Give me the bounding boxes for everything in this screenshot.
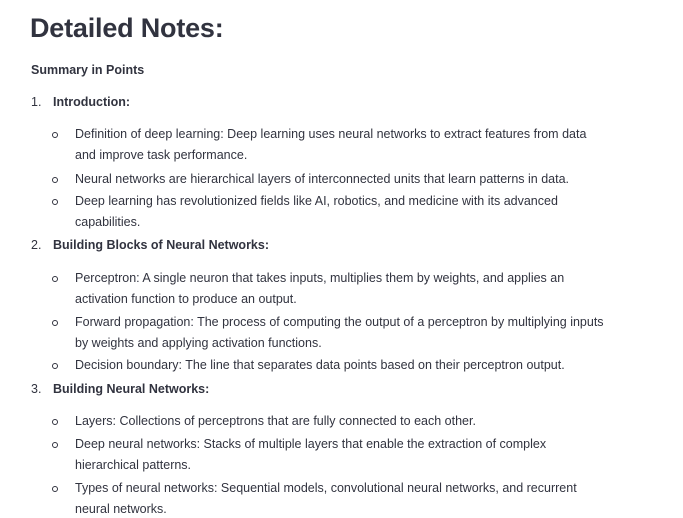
bullet-icon xyxy=(52,177,58,183)
list-item-text: Deep neural networks: Stacks of multiple… xyxy=(75,437,547,472)
notes-page: Detailed Notes: Summary in Points 1. Intr… xyxy=(0,0,683,518)
list-item-text: Types of neural networks: Sequential mod… xyxy=(75,481,577,516)
bullet-icon xyxy=(52,419,58,425)
section-number: 1. xyxy=(31,95,42,109)
section-introduction: 1. Introduction: xyxy=(31,93,130,111)
list-item-text: Deep learning has revolutionized fields … xyxy=(75,194,558,229)
bullet-icon xyxy=(52,363,58,369)
list-item-text: Definition of deep learning: Deep learni… xyxy=(75,127,587,162)
list-item-text: Layers: Collections of perceptrons that … xyxy=(75,414,476,428)
list-item: Layers: Collections of perceptrons that … xyxy=(52,411,612,432)
bullet-icon xyxy=(52,199,58,205)
list-item: Deep neural networks: Stacks of multiple… xyxy=(52,434,557,476)
list-item: Neural networks are hierarchical layers … xyxy=(52,169,612,190)
section-heading: Building Neural Networks: xyxy=(53,382,210,396)
list-item-text: Neural networks are hierarchical layers … xyxy=(75,172,570,186)
bullet-icon xyxy=(52,132,58,138)
section-number: 3. xyxy=(31,382,42,396)
section-building-blocks: 2. Building Blocks of Neural Networks: xyxy=(31,236,269,254)
list-item: Deep learning has revolutionized fields … xyxy=(52,191,562,233)
list-item-text: Perceptron: A single neuron that takes i… xyxy=(75,271,565,306)
bullet-icon xyxy=(52,486,58,492)
summary-subtitle: Summary in Points xyxy=(31,63,145,77)
bullet-icon xyxy=(52,320,58,326)
list-item: Types of neural networks: Sequential mod… xyxy=(52,478,577,518)
section-heading: Building Blocks of Neural Networks: xyxy=(53,238,270,252)
page-title: Detailed Notes: xyxy=(30,13,224,43)
bullet-icon xyxy=(52,442,58,448)
list-item: Definition of deep learning: Deep learni… xyxy=(52,124,597,166)
list-item: Forward propagation: The process of comp… xyxy=(52,312,612,354)
list-item: Perceptron: A single neuron that takes i… xyxy=(52,268,567,310)
section-heading: Introduction: xyxy=(53,95,131,109)
bullet-icon xyxy=(52,276,58,282)
section-building-neural-networks: 3. Building Neural Networks: xyxy=(31,380,209,398)
list-item: Decision boundary: The line that separat… xyxy=(52,355,612,376)
section-number: 2. xyxy=(31,238,42,252)
list-item-text: Forward propagation: The process of comp… xyxy=(75,315,604,350)
list-item-text: Decision boundary: The line that separat… xyxy=(75,358,565,372)
